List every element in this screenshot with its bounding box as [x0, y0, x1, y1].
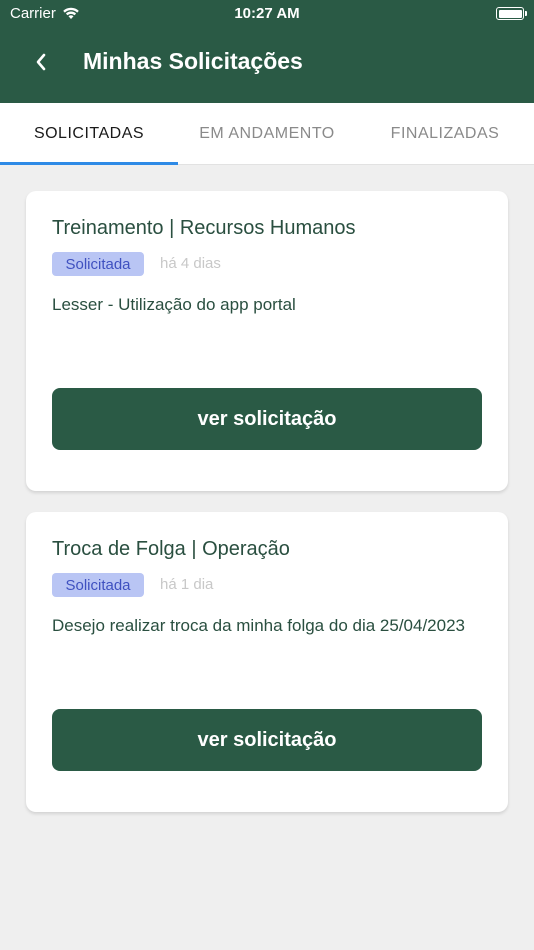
status-bar: Carrier 10:27 AM: [0, 0, 534, 28]
view-request-button[interactable]: ver solicitação: [52, 388, 482, 450]
tab-em-andamento[interactable]: EM ANDAMENTO: [178, 103, 356, 164]
status-badge: Solicitada: [52, 252, 144, 276]
tab-bar: SOLICITADAS EM ANDAMENTO FINALIZADAS: [0, 103, 534, 165]
page-title: Minhas Solicitações: [83, 48, 303, 74]
status-badge: Solicitada: [52, 573, 144, 597]
back-button[interactable]: [28, 48, 54, 76]
tab-finalizadas[interactable]: FINALIZADAS: [356, 103, 534, 164]
status-time: 10:27 AM: [234, 5, 300, 22]
request-time-ago: há 4 dias: [160, 255, 221, 272]
view-request-button[interactable]: ver solicitação: [52, 709, 482, 771]
request-title: Treinamento | Recursos Humanos: [52, 217, 356, 239]
app-header: Carrier 10:27 AM Minhas Solicitações: [0, 0, 534, 103]
request-card: Treinamento | Recursos Humanos Solicitad…: [26, 191, 508, 491]
request-time-ago: há 1 dia: [160, 576, 214, 593]
request-description: Desejo realizar troca da minha folga do …: [52, 616, 465, 635]
request-card: Troca de Folga | Operação Solicitada há …: [26, 512, 508, 812]
request-description: Lesser - Utilização do app portal: [52, 295, 296, 314]
tab-solicitadas[interactable]: SOLICITADAS: [0, 103, 178, 165]
request-title: Troca de Folga | Operação: [52, 538, 290, 560]
chevron-left-icon: [36, 53, 46, 71]
battery-icon: [496, 7, 527, 20]
